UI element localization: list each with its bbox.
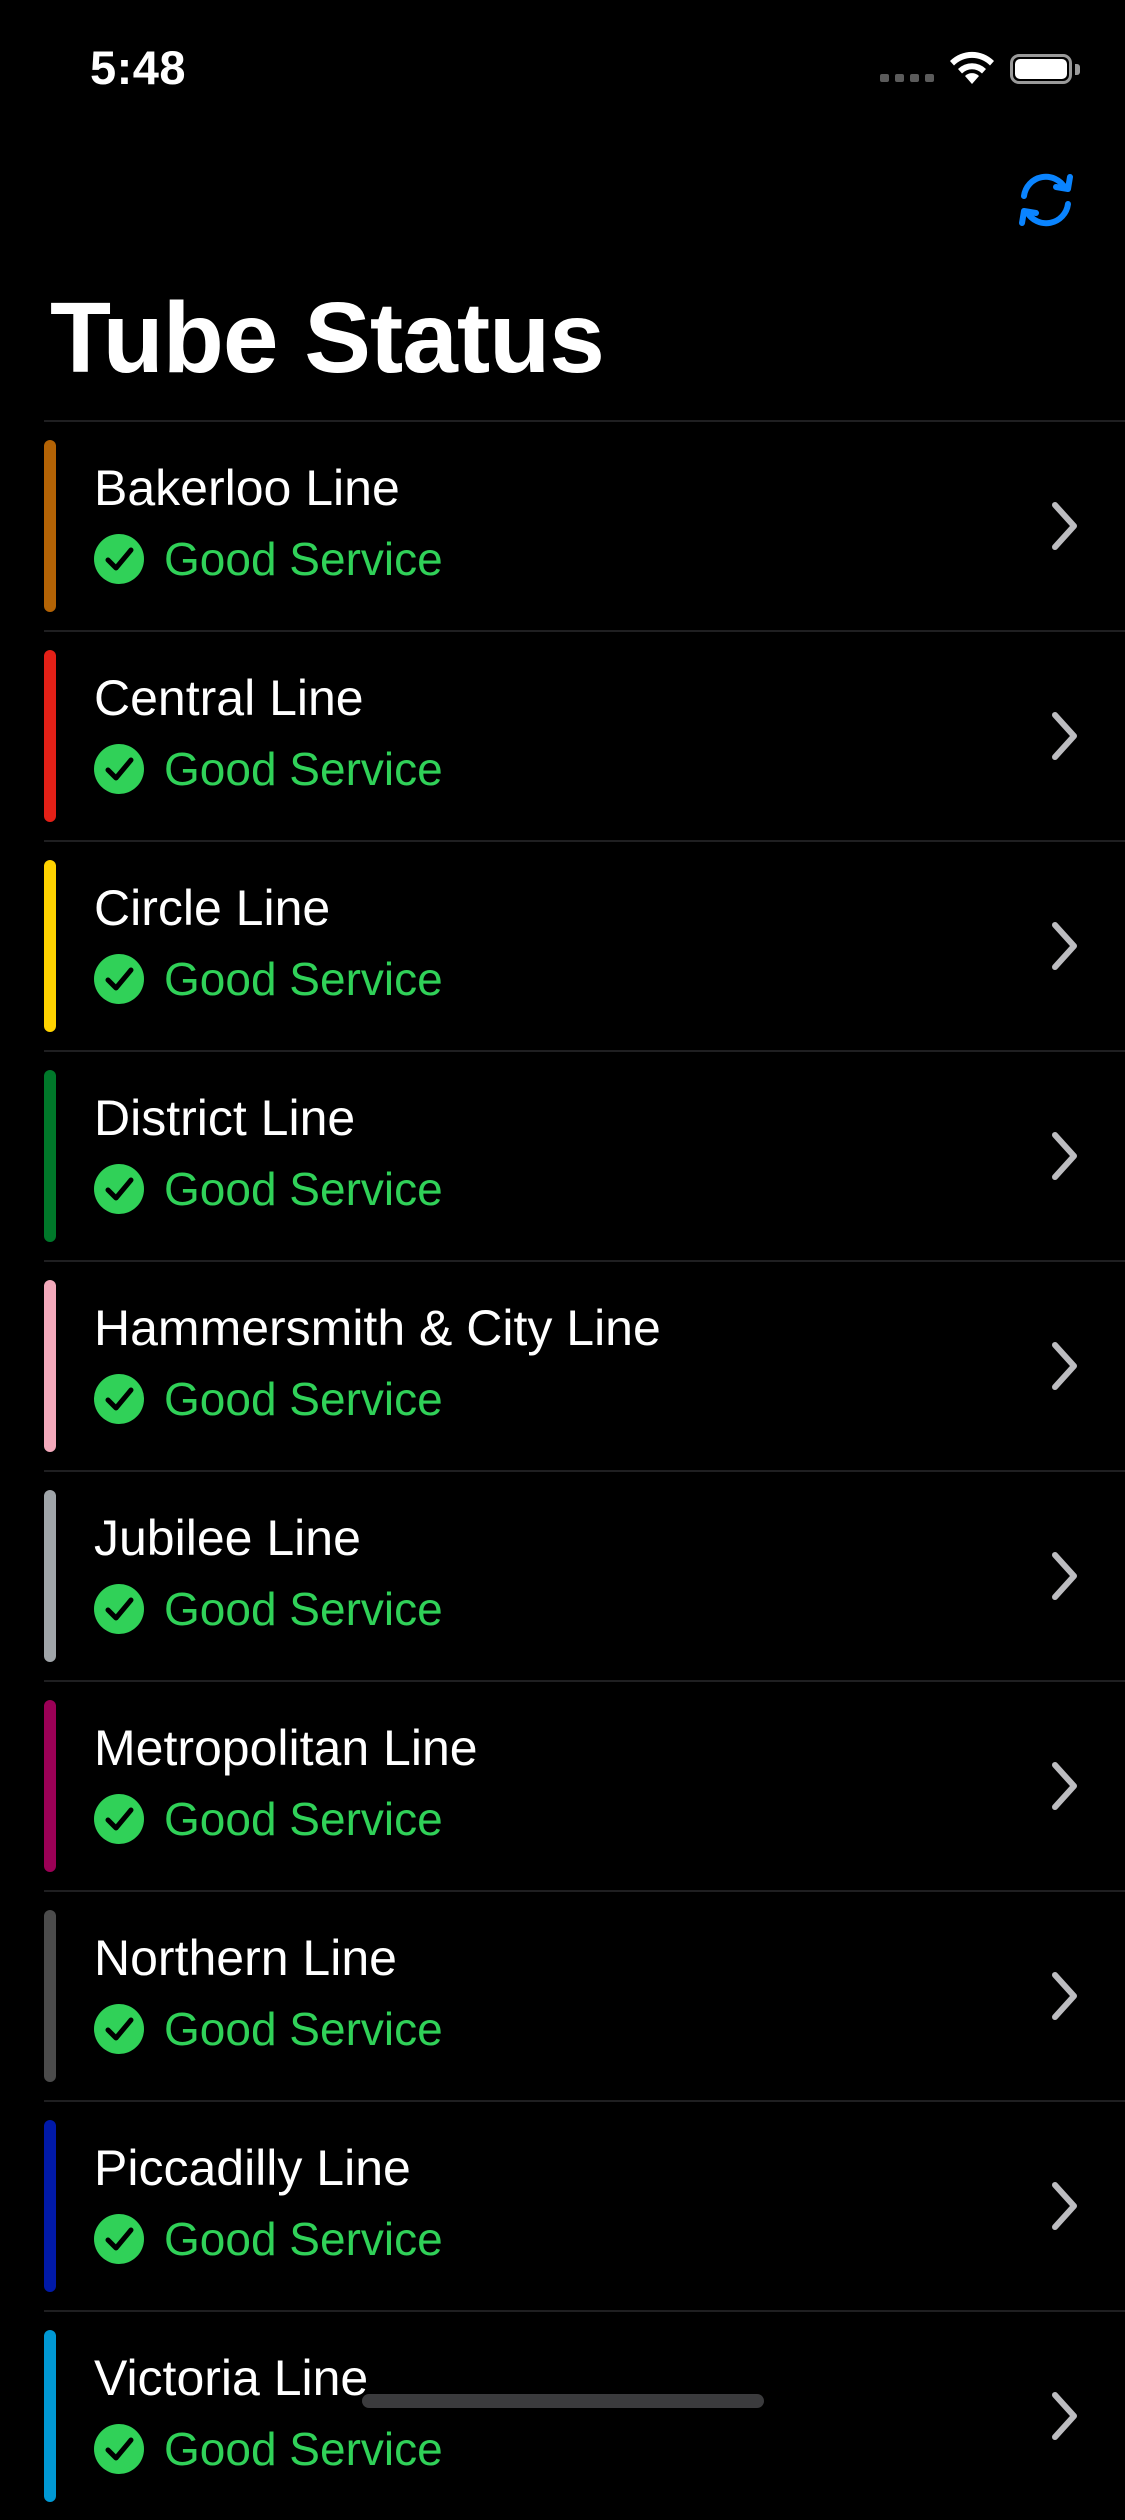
line-color-stripe (44, 2330, 56, 2502)
wifi-icon (950, 51, 994, 84)
chevron-right-icon (1052, 1132, 1077, 1180)
line-name: Bakerloo Line (94, 460, 400, 516)
checkmark-circle-icon (94, 1164, 144, 1214)
line-status-text: Good Service (164, 1793, 443, 1845)
line-color-stripe (44, 650, 56, 822)
page-title: Tube Status (50, 282, 605, 394)
chevron-right-icon (1052, 1762, 1077, 1810)
line-color-stripe (44, 860, 56, 1032)
line-status-text: Good Service (164, 533, 443, 585)
line-name: Central Line (94, 670, 364, 726)
line-status-text: Good Service (164, 2213, 443, 2265)
line-name: Metropolitan Line (94, 1720, 478, 1776)
checkmark-circle-icon (94, 2424, 144, 2474)
checkmark-circle-icon (94, 1794, 144, 1844)
checkmark-circle-icon (94, 954, 144, 1004)
line-color-stripe (44, 1700, 56, 1872)
line-color-stripe (44, 2120, 56, 2292)
line-status-text: Good Service (164, 2423, 443, 2475)
line-row-bakerloo[interactable]: Bakerloo Line Good Service (44, 420, 1125, 630)
checkmark-circle-icon (94, 1374, 144, 1424)
line-row-circle[interactable]: Circle Line Good Service (44, 840, 1125, 1050)
line-row-district[interactable]: District Line Good Service (44, 1050, 1125, 1260)
line-name: Piccadilly Line (94, 2140, 411, 2196)
line-row-central[interactable]: Central Line Good Service (44, 630, 1125, 840)
battery-icon (1010, 54, 1082, 88)
chevron-right-icon (1052, 2182, 1077, 2230)
chevron-right-icon (1052, 1342, 1077, 1390)
checkmark-circle-icon (94, 2214, 144, 2264)
chevron-right-icon (1052, 2392, 1077, 2440)
chevron-right-icon (1052, 712, 1077, 760)
line-color-stripe (44, 1910, 56, 2082)
line-color-stripe (44, 1070, 56, 1242)
line-status-text: Good Service (164, 1373, 443, 1425)
status-time: 5:48 (90, 41, 187, 94)
cellular-signal-icon (880, 74, 934, 84)
line-row-jubilee[interactable]: Jubilee Line Good Service (44, 1470, 1125, 1680)
line-row-northern[interactable]: Northern Line Good Service (44, 1890, 1125, 2100)
line-status-text: Good Service (164, 1163, 443, 1215)
line-color-stripe (44, 440, 56, 612)
line-color-stripe (44, 1280, 56, 1452)
line-status-text: Good Service (164, 743, 443, 795)
line-name: Northern Line (94, 1930, 397, 1986)
chevron-right-icon (1052, 922, 1077, 970)
line-name: District Line (94, 1090, 356, 1146)
line-name: Jubilee Line (94, 1510, 361, 1566)
chevron-right-icon (1052, 1972, 1077, 2020)
line-status-text: Good Service (164, 953, 443, 1005)
line-name: Hammersmith & City Line (94, 1300, 661, 1356)
refresh-icon[interactable] (1012, 166, 1080, 234)
line-color-stripe (44, 1490, 56, 1662)
tube-line-list: Bakerloo Line Good Service Central Line … (44, 420, 1125, 2520)
line-status-text: Good Service (164, 2003, 443, 2055)
checkmark-circle-icon (94, 744, 144, 794)
home-indicator[interactable] (362, 2394, 764, 2408)
chevron-right-icon (1052, 1552, 1077, 1600)
line-name: Circle Line (94, 880, 331, 936)
chevron-right-icon (1052, 502, 1077, 550)
line-row-hammersmith-city[interactable]: Hammersmith & City Line Good Service (44, 1260, 1125, 1470)
status-bar: 5:48 (0, 0, 1125, 132)
line-status-text: Good Service (164, 1583, 443, 1635)
line-row-victoria[interactable]: Victoria Line Good Service (44, 2310, 1125, 2520)
line-row-piccadilly[interactable]: Piccadilly Line Good Service (44, 2100, 1125, 2310)
checkmark-circle-icon (94, 534, 144, 584)
checkmark-circle-icon (94, 2004, 144, 2054)
line-row-metropolitan[interactable]: Metropolitan Line Good Service (44, 1680, 1125, 1890)
checkmark-circle-icon (94, 1584, 144, 1634)
line-name: Victoria Line (94, 2350, 369, 2406)
